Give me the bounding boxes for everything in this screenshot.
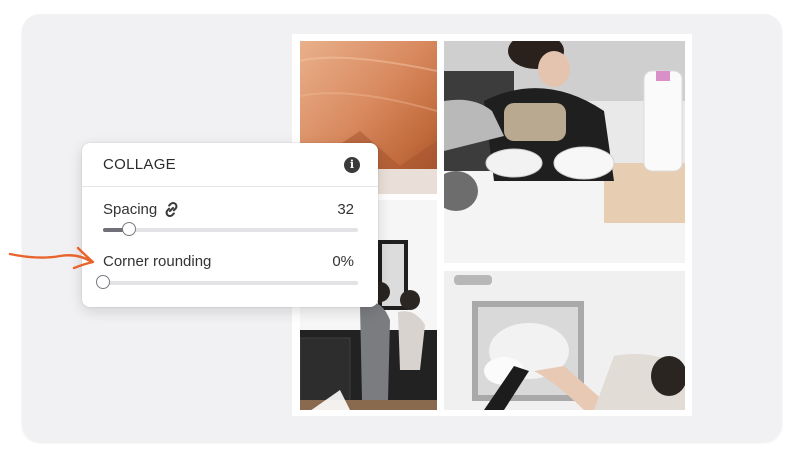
corner-rounding-label: Corner rounding xyxy=(103,253,212,270)
panel-header: COLLAGE i xyxy=(82,143,378,187)
collage-photo-sink-washing[interactable] xyxy=(444,271,685,410)
info-icon[interactable]: i xyxy=(344,157,360,173)
panel-title: COLLAGE xyxy=(103,156,176,173)
corner-rounding-slider-track[interactable] xyxy=(96,275,358,289)
spacing-slider-thumb[interactable] xyxy=(121,222,136,236)
corner-rounding-value: 0% xyxy=(332,253,354,270)
hand-drawn-arrow-icon xyxy=(8,246,95,270)
spacing-label: Spacing xyxy=(103,201,158,218)
corner-rounding-slider-thumb[interactable] xyxy=(96,275,110,289)
spacing-slider-track[interactable] xyxy=(103,222,358,236)
collage-settings-panel: COLLAGE i Spacing 32 Corner rounding 0% xyxy=(82,143,378,307)
collage-photo-kitchen-cereal[interactable] xyxy=(444,41,685,263)
spacing-value: 32 xyxy=(337,201,354,218)
link-icon[interactable] xyxy=(162,200,181,219)
